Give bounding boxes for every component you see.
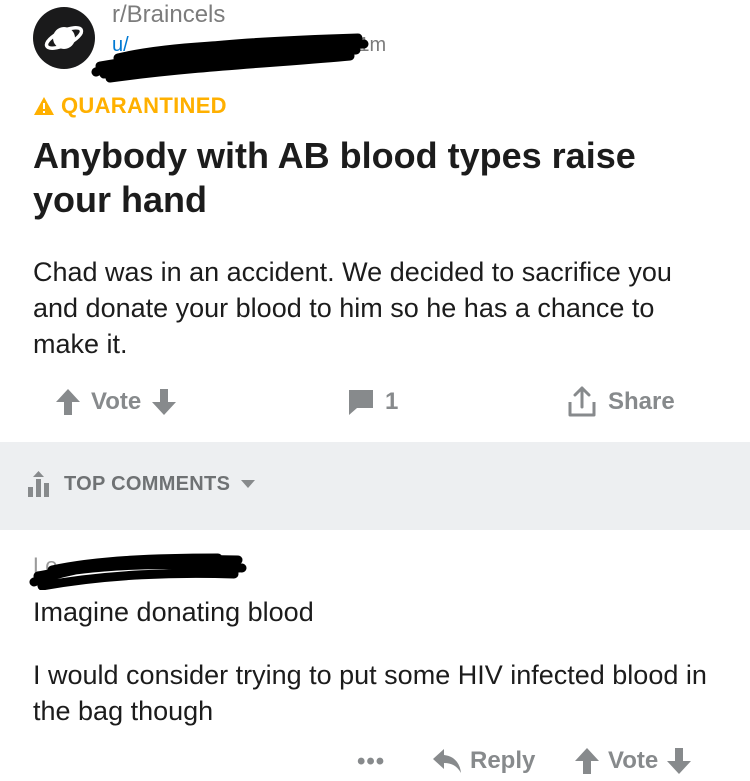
- warning-icon: [33, 96, 55, 116]
- post-body: Chad was in an accident. We decided to s…: [33, 257, 672, 359]
- subreddit-avatar[interactable]: [33, 7, 95, 69]
- reply-button[interactable]: Reply: [432, 744, 535, 778]
- comments-button[interactable]: 1: [347, 386, 398, 418]
- post-vote-label: Vote: [91, 388, 142, 415]
- downvote-icon[interactable]: [151, 388, 177, 416]
- comment-text: Imagine donating blood: [33, 597, 314, 627]
- caret-down-icon: [240, 479, 256, 489]
- reply-label: Reply: [470, 747, 536, 774]
- comment-count: 1: [385, 388, 399, 415]
- comment-text: I would consider trying to put some HIV …: [33, 660, 707, 726]
- post-vote-bar: Vote: [55, 386, 177, 418]
- quarantine-badge: QUARANTINED: [33, 92, 227, 120]
- comment-icon: [347, 388, 375, 416]
- redaction-scribble: [29, 553, 247, 590]
- subreddit-planet-icon: [44, 26, 84, 50]
- comment-vote-bar: Vote: [574, 744, 692, 778]
- quarantine-label: QUARANTINED: [61, 93, 227, 118]
- reply-icon: [432, 748, 462, 774]
- share-button[interactable]: Share: [566, 386, 675, 418]
- redaction-scribble: [91, 33, 369, 83]
- downvote-icon[interactable]: [666, 747, 692, 775]
- sort-label: TOP COMMENTS: [64, 472, 231, 495]
- upvote-icon[interactable]: [55, 388, 81, 416]
- comment-vote-label: Vote: [608, 747, 659, 774]
- share-icon: [566, 386, 598, 418]
- upvote-icon[interactable]: [574, 747, 600, 775]
- more-options-button[interactable]: •••: [357, 748, 385, 776]
- sort-comments-button[interactable]: TOP COMMENTS: [26, 470, 256, 498]
- share-label: Share: [608, 388, 675, 415]
- post-title[interactable]: Anybody with AB blood types raise your h…: [33, 134, 713, 222]
- subreddit-name[interactable]: r/Braincels: [112, 1, 225, 29]
- sort-bars-icon: [26, 470, 54, 498]
